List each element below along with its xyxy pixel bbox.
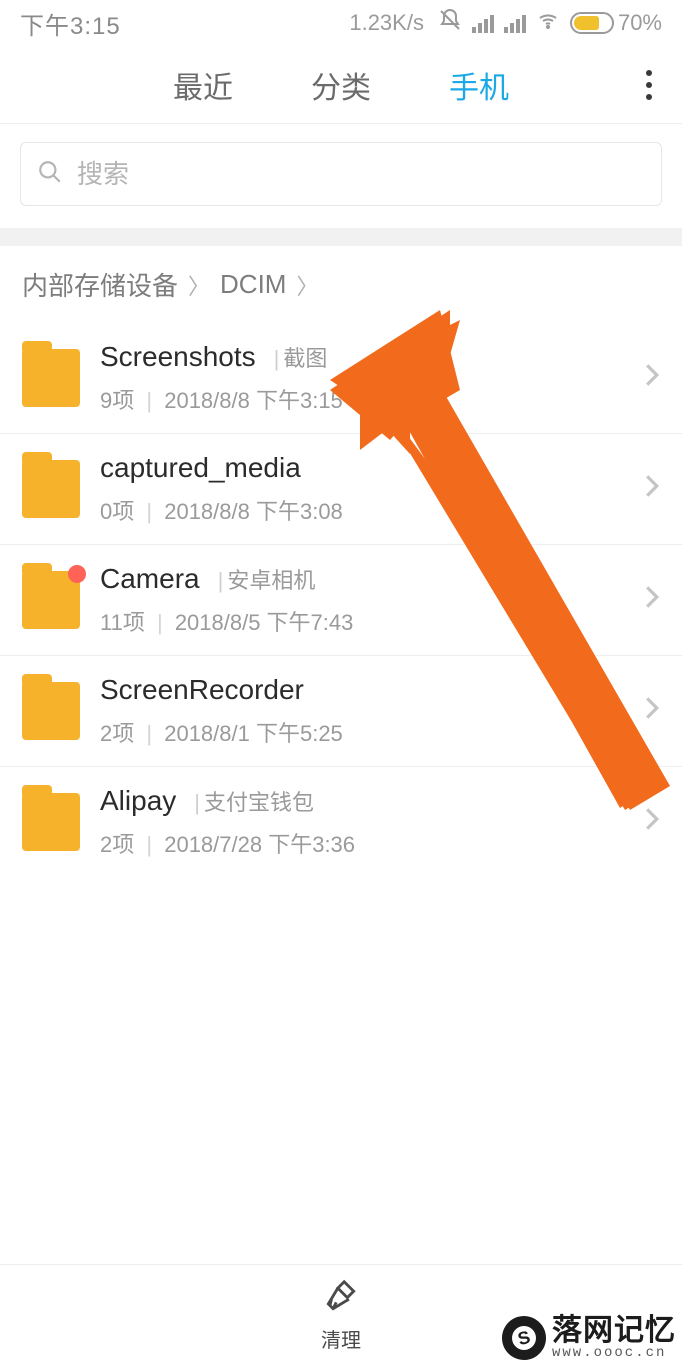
status-right: 1.23K/s 70% [349,8,662,39]
battery-icon [570,12,614,34]
search-input[interactable] [77,159,645,190]
folder-icon [22,460,80,518]
net-speed: 1.23K/s [349,10,424,36]
folder-date: 2018/8/8 下午3:15 [164,388,343,413]
battery-indicator: 70% [570,10,662,36]
folder-info: ScreenRecorder 2项 | 2018/8/1 下午5:25 [100,674,636,748]
folder-count: 9项 [100,388,134,413]
folder-row-camera[interactable]: Camera |安卓相机 11项 | 2018/8/5 下午7:43 [0,545,682,656]
signal-icon-2 [504,13,526,33]
breadcrumb-root[interactable]: 内部存储设备 [22,266,178,303]
breadcrumb-dcim[interactable]: DCIM [220,269,286,300]
folder-icon [22,349,80,407]
search-icon [37,159,63,190]
wifi-icon [536,8,560,39]
chevron-right-icon [636,584,660,617]
folder-count: 2项 [100,832,134,857]
tab-recent[interactable]: 最近 [169,57,237,113]
signal-icon-1 [472,13,494,33]
folder-count: 2项 [100,721,134,746]
folder-row-alipay[interactable]: Alipay |支付宝钱包 2项 | 2018/7/28 下午3:36 [0,767,682,877]
broom-icon [322,1277,360,1320]
chevron-right-icon [636,806,660,839]
folder-row-captured-media[interactable]: captured_media 0项 | 2018/8/8 下午3:08 [0,434,682,545]
section-divider [0,228,682,246]
clean-button[interactable]: 清理 [321,1277,361,1353]
folder-info: Alipay |支付宝钱包 2项 | 2018/7/28 下午3:36 [100,785,636,859]
status-time: 下午3:15 [20,6,121,41]
chevron-right-icon [636,695,660,728]
folder-date: 2018/8/1 下午5:25 [164,721,343,746]
folder-icon [22,571,80,629]
tab-phone[interactable]: 手机 [445,57,513,113]
folder-subtitle: 安卓相机 [227,568,315,593]
tab-category[interactable]: 分类 [307,57,375,113]
chevron-right-icon [636,362,660,395]
status-bar: 下午3:15 1.23K/s 70% [0,0,682,46]
mute-icon [438,8,462,39]
folder-info: Camera |安卓相机 11项 | 2018/8/5 下午7:43 [100,563,636,637]
folder-date: 2018/7/28 下午3:36 [164,832,355,857]
chevron-right-icon: 〉 [188,269,210,301]
folder-date: 2018/8/5 下午7:43 [175,610,354,635]
folder-name: Screenshots [100,341,256,373]
battery-percent: 70% [618,10,662,36]
folder-list: Screenshots |截图 9项 | 2018/8/8 下午3:15 cap… [0,323,682,877]
search-box[interactable] [20,142,662,206]
clean-label: 清理 [321,1324,361,1353]
folder-name: Camera [100,563,200,595]
folder-count: 0项 [100,499,134,524]
folder-row-screenshots[interactable]: Screenshots |截图 9项 | 2018/8/8 下午3:15 [0,323,682,434]
folder-icon [22,682,80,740]
folder-row-screenrecorder[interactable]: ScreenRecorder 2项 | 2018/8/1 下午5:25 [0,656,682,767]
folder-date: 2018/8/8 下午3:08 [164,499,343,524]
folder-name: ScreenRecorder [100,674,304,706]
folder-icon [22,793,80,851]
search-area [0,124,682,228]
breadcrumb: 内部存储设备 〉 DCIM 〉 [0,246,682,323]
chevron-right-icon: 〉 [296,269,318,301]
folder-subtitle: 截图 [283,346,327,371]
top-tabs: 最近 分类 手机 [0,46,682,124]
folder-info: Screenshots |截图 9项 | 2018/8/8 下午3:15 [100,341,636,415]
folder-name: captured_media [100,452,301,484]
chevron-right-icon [636,473,660,506]
folder-subtitle: 支付宝钱包 [204,790,314,815]
bottom-bar: 清理 [0,1264,682,1364]
more-menu-button[interactable] [646,70,652,100]
folder-name: Alipay [100,785,176,817]
folder-count: 11项 [100,610,145,635]
folder-info: captured_media 0项 | 2018/8/8 下午3:08 [100,452,636,526]
